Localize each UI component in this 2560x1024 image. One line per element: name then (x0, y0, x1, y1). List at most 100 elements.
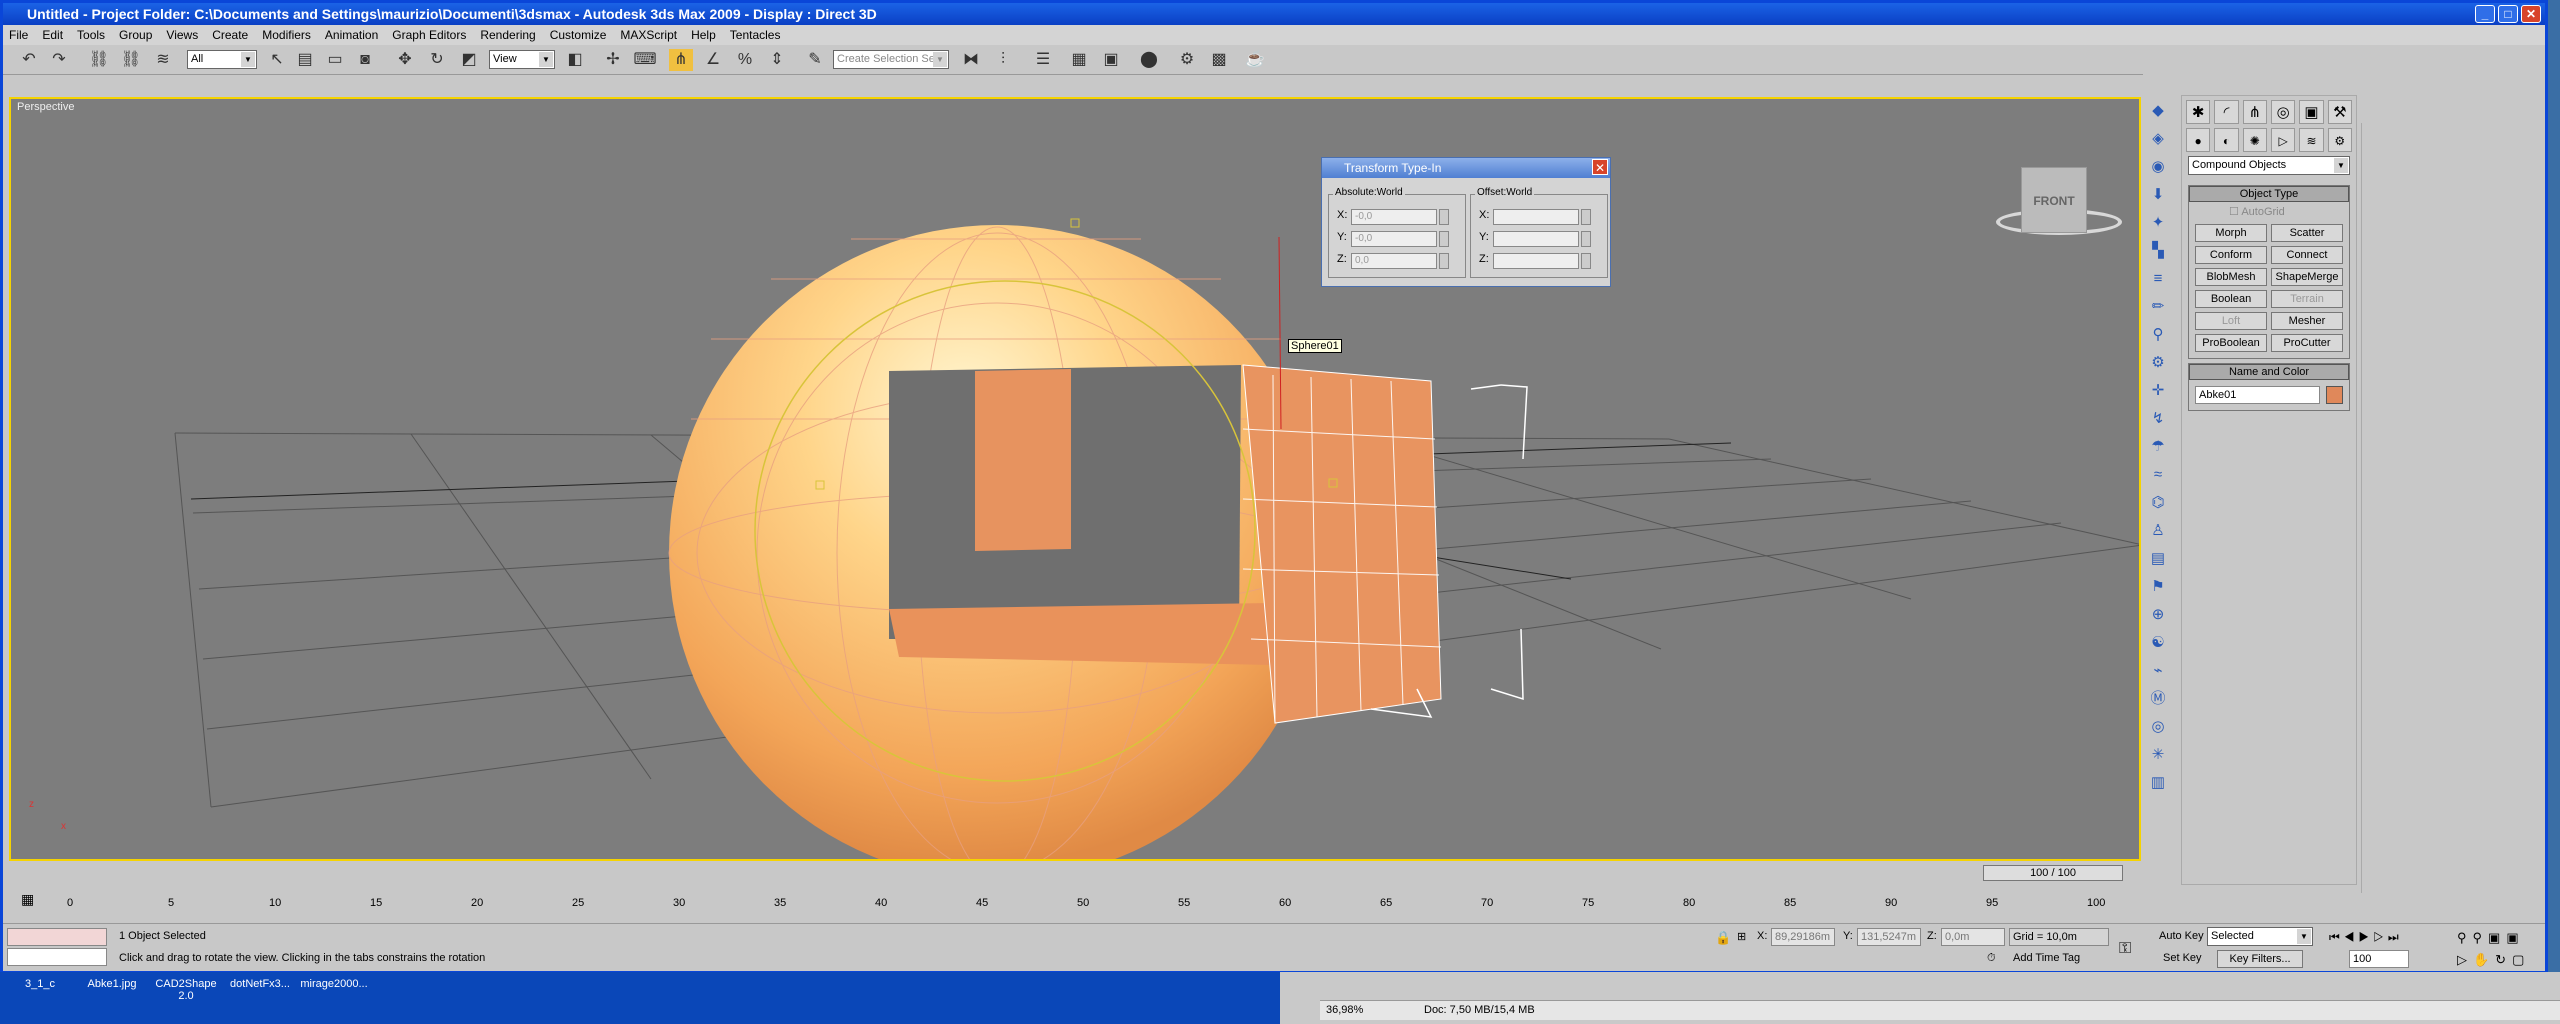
viewport-nav-controls[interactable]: ⚲⚲▣▣ (2457, 930, 2525, 946)
tool-icon-11[interactable]: ✛ (2145, 377, 2171, 405)
cameras-icon[interactable]: ▷ (2270, 128, 2296, 152)
object-type-button-terrain[interactable]: Terrain (2271, 290, 2343, 308)
time-tag-icon[interactable]: ⏱ (1987, 952, 1996, 965)
tool-icon-6[interactable]: ▚ (2145, 237, 2171, 265)
select-link-icon[interactable]: ⛓ (87, 49, 111, 71)
tool-icon-15[interactable]: ⌬ (2145, 489, 2171, 517)
menu-maxscript[interactable]: MAXScript (620, 25, 677, 45)
material-editor-icon[interactable]: ⬤ (1137, 49, 1161, 71)
object-type-button-proboolean[interactable]: ProBoolean (2195, 334, 2267, 352)
display-tab-icon[interactable]: ▣ (2299, 100, 2324, 124)
window-crossing-icon[interactable]: ◙ (353, 49, 377, 71)
off-y-spinner[interactable] (1581, 231, 1591, 247)
autogrid-checkbox[interactable]: ☐ AutoGrid (2189, 202, 2349, 218)
tool-icon-5[interactable]: ✦ (2145, 209, 2171, 237)
mirror-icon[interactable]: ⧓ (959, 49, 983, 71)
name-color-header[interactable]: Name and Color (2189, 364, 2349, 380)
tool-icon-16[interactable]: ♙ (2145, 517, 2171, 545)
tool-icon-17[interactable]: ▤ (2145, 545, 2171, 573)
tool-icon-18[interactable]: ⚑ (2145, 573, 2171, 601)
abs-z-spinner[interactable] (1439, 253, 1449, 269)
systems-icon[interactable]: ⚙ (2327, 128, 2352, 152)
desktop-icon-4[interactable]: dotNetFx3... (220, 978, 300, 990)
desktop-icon-3[interactable]: CAD2Shape 2.0 (146, 978, 226, 1002)
tool-icon-20[interactable]: ☯ (2145, 629, 2171, 657)
category-dropdown[interactable]: Compound Objects ▼ (2188, 156, 2350, 175)
schematic-view-icon[interactable]: ▣ (1099, 49, 1123, 71)
select-by-name-icon[interactable]: ▤ (293, 49, 317, 71)
tool-icon-23[interactable]: ◎ (2145, 713, 2171, 741)
geometry-icon[interactable]: ● (2186, 128, 2211, 152)
object-type-button-shapemerge[interactable]: ShapeMerge (2271, 268, 2343, 286)
helpers-icon[interactable]: ≋ (2299, 128, 2324, 152)
move-icon[interactable]: ✥ (393, 49, 417, 71)
create-tab-icon[interactable]: ✱ (2186, 100, 2211, 124)
menu-group[interactable]: Group (119, 25, 152, 45)
key-selection-dropdown[interactable]: Selected ▼ (2207, 927, 2313, 946)
desktop-icon-2[interactable]: Abke1.jpg (72, 978, 152, 990)
tool-icon-14[interactable]: ≈ (2145, 461, 2171, 489)
select-manipulate-icon[interactable]: ✢ (601, 49, 625, 71)
edit-named-sel-icon[interactable]: ✎ (803, 49, 827, 71)
modify-tab-icon[interactable]: ◜ (2214, 100, 2239, 124)
abs-x-field[interactable]: -0,0 (1351, 209, 1437, 225)
tool-icon-8[interactable]: ✏ (2145, 293, 2171, 321)
angle-snap-icon[interactable]: ∠ (701, 49, 725, 71)
viewport-nav-controls-2[interactable]: ▷✋↻▢ (2457, 952, 2530, 968)
playback-controls[interactable]: ⏮◀▶▷⏭ (2329, 930, 2403, 945)
tool-icon-3[interactable]: ◉ (2145, 153, 2171, 181)
set-key-button[interactable]: Set Key (2163, 952, 2202, 964)
object-type-header[interactable]: Object Type (2189, 186, 2349, 202)
tool-icon-24[interactable]: ✳ (2145, 741, 2171, 769)
rotate-icon[interactable]: ↻ (425, 49, 449, 71)
rendered-frame-icon[interactable]: ▩ (1207, 49, 1231, 71)
maximize-button[interactable]: □ (2498, 5, 2518, 23)
y-coord-field[interactable]: 131,5247m (1857, 928, 1921, 946)
align-icon[interactable]: ⫶ (991, 49, 1015, 71)
z-coord-field[interactable]: 0,0m (1941, 928, 2005, 946)
hierarchy-tab-icon[interactable]: ⋔ (2242, 100, 2267, 124)
named-selection-sets[interactable]: Create Selection Set ▼ (833, 50, 949, 69)
tool-icon-7[interactable]: ≡ (2145, 265, 2171, 293)
motion-tab-icon[interactable]: ◎ (2270, 100, 2296, 124)
viewcube[interactable]: FRONT (2021, 167, 2087, 233)
transform-mode-icon[interactable]: ⊞ (1737, 930, 1746, 943)
menu-tools[interactable]: Tools (77, 25, 105, 45)
render-teapot-icon[interactable]: ☕ (1243, 49, 1267, 71)
object-type-button-boolean[interactable]: Boolean (2195, 290, 2267, 308)
menu-create[interactable]: Create (212, 25, 248, 45)
layer-manager-icon[interactable]: ☰ (1031, 49, 1055, 71)
rect-region-icon[interactable]: ▭ (323, 49, 347, 71)
object-type-button-procutter[interactable]: ProCutter (2271, 334, 2343, 352)
keyboard-shortcut-icon[interactable]: ⌨ (633, 49, 657, 71)
select-object-icon[interactable]: ↖ (265, 49, 289, 71)
undo-icon[interactable]: ↶ (17, 49, 41, 71)
object-type-button-scatter[interactable]: Scatter (2271, 224, 2343, 242)
pivot-center-icon[interactable]: ◧ (563, 49, 587, 71)
tool-icon-2[interactable]: ◈ (2145, 125, 2171, 153)
time-slider[interactable]: 100 / 100 (1983, 865, 2123, 881)
tool-icon-13[interactable]: ☂ (2145, 433, 2171, 461)
tool-icon-10[interactable]: ⚙ (2145, 349, 2171, 377)
title-bar[interactable]: Untitled - Project Folder: C:\Documents … (3, 3, 2545, 25)
tool-icon-9[interactable]: ⚲ (2145, 321, 2171, 349)
menu-customize[interactable]: Customize (550, 25, 607, 45)
desktop-icon-1[interactable]: 3_1_c (0, 978, 80, 990)
lights-icon[interactable]: ✺ (2242, 128, 2267, 152)
object-color-swatch[interactable] (2325, 386, 2343, 404)
menu-file[interactable]: File (9, 25, 28, 45)
tool-icon-21[interactable]: ⌁ (2145, 657, 2171, 685)
minimize-button[interactable]: _ (2475, 5, 2495, 23)
object-type-button-morph[interactable]: Morph (2195, 224, 2267, 242)
off-z-field[interactable] (1493, 253, 1579, 269)
mini-curve-editor-icon[interactable]: ▦ (21, 891, 34, 908)
tool-icon-19[interactable]: ⊕ (2145, 601, 2171, 629)
object-type-button-connect[interactable]: Connect (2271, 246, 2343, 264)
snap-toggle-icon[interactable]: ⋔ (669, 49, 693, 71)
abs-z-field[interactable]: 0,0 (1351, 253, 1437, 269)
abs-x-spinner[interactable] (1439, 209, 1449, 225)
menu-animation[interactable]: Animation (325, 25, 378, 45)
menu-views[interactable]: Views (166, 25, 198, 45)
render-setup-icon[interactable]: ⚙ (1175, 49, 1199, 71)
abs-y-field[interactable]: -0,0 (1351, 231, 1437, 247)
